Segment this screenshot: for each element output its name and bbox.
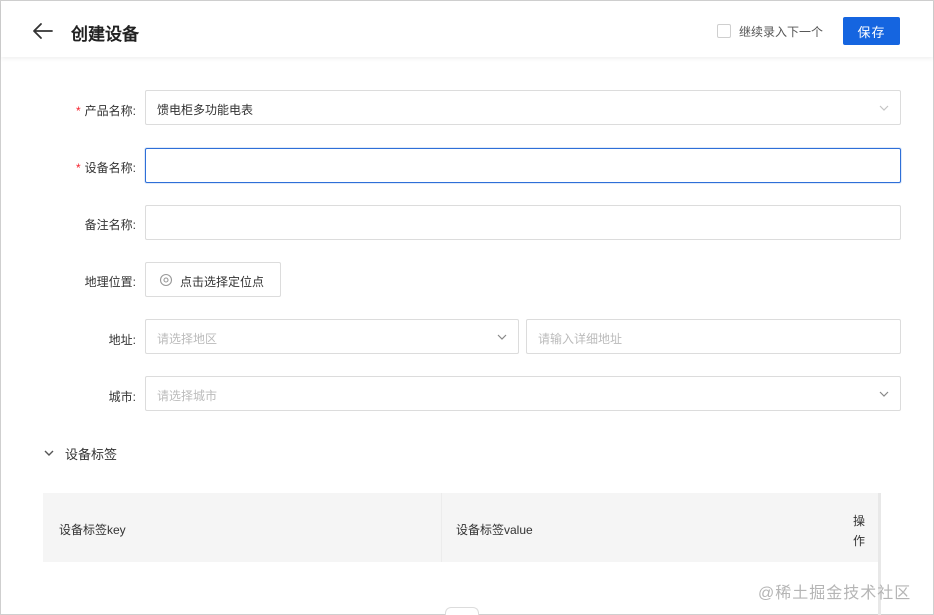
required-mark: * xyxy=(75,161,81,175)
watermark: @稀土掘金技术社区 xyxy=(758,585,912,602)
remark-name-input[interactable] xyxy=(145,205,901,240)
location-pin-icon xyxy=(159,273,173,287)
save-button[interactable]: 保存 xyxy=(843,17,900,45)
location-label: 地理位置: xyxy=(84,275,136,289)
product-name-value: 馈电柜多功能电表 xyxy=(157,103,254,117)
chevron-down-icon xyxy=(44,450,54,456)
select-location-label: 点击选择定位点 xyxy=(180,275,265,289)
device-tags-title: 设备标签 xyxy=(65,446,118,462)
column-header-actions: 操作 xyxy=(853,514,866,548)
remark-name-label: 备注名称: xyxy=(84,218,136,232)
continue-next-label: 继续录入下一个 xyxy=(739,24,824,39)
device-name-field[interactable] xyxy=(146,149,900,182)
page-header: 创建设备 继续录入下一个 保存 xyxy=(1,1,933,57)
column-divider xyxy=(441,493,442,562)
device-name-label: * 设备名称: xyxy=(75,161,136,175)
add-row-handle[interactable] xyxy=(445,607,479,615)
select-location-button[interactable]: 点击选择定位点 xyxy=(145,262,281,297)
city-select[interactable]: 请选择城市 xyxy=(145,376,901,411)
device-name-input[interactable] xyxy=(145,148,901,183)
product-name-label: * 产品名称: xyxy=(75,104,136,118)
device-tags-table: 设备标签key 设备标签value 操作 xyxy=(43,493,881,615)
column-header-key: 设备标签key xyxy=(59,523,126,537)
back-arrow-icon[interactable] xyxy=(31,19,55,43)
checkbox-box[interactable] xyxy=(717,24,731,38)
detail-address-input[interactable]: 请输入详细地址 xyxy=(526,319,901,354)
required-mark: * xyxy=(75,104,81,118)
address-label: 地址: xyxy=(108,333,136,347)
region-select[interactable]: 请选择地区 xyxy=(145,319,519,354)
chevron-down-icon xyxy=(879,105,889,111)
device-tags-section-toggle[interactable]: 设备标签 xyxy=(43,445,118,462)
city-label: 城市: xyxy=(108,390,136,404)
app-window: 创建设备 继续录入下一个 保存 * 产品名称: 馈电柜多功能电表 * 设备名称: 备… xyxy=(0,0,934,615)
chevron-down-icon xyxy=(497,334,507,340)
chevron-down-icon xyxy=(879,391,889,397)
region-placeholder: 请选择地区 xyxy=(157,332,218,346)
table-header: 设备标签key 设备标签value 操作 xyxy=(43,493,878,562)
remark-name-field[interactable] xyxy=(146,206,900,239)
page-title: 创建设备 xyxy=(71,25,139,44)
product-name-select[interactable]: 馈电柜多功能电表 xyxy=(145,90,901,125)
column-header-value: 设备标签value xyxy=(456,523,533,537)
continue-next-checkbox[interactable]: 继续录入下一个 xyxy=(717,23,823,39)
city-placeholder: 请选择城市 xyxy=(157,389,218,403)
detail-address-placeholder: 请输入详细地址 xyxy=(538,332,623,346)
